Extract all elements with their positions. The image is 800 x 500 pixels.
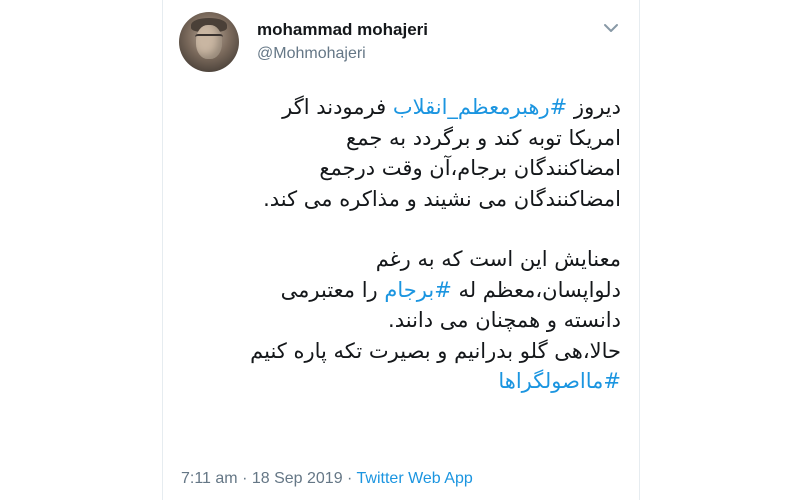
tweet-time[interactable]: 7:11 am: [181, 470, 238, 487]
tweet-line: دانسته و همچنان می دانند.: [388, 308, 621, 332]
tweet-line: امضاکنندگان برجام،آن وقت درجمع: [319, 156, 621, 180]
tweet-line: دلواپسان،معظم له #برجام را معتبرمی: [181, 275, 621, 306]
chevron-down-icon[interactable]: [601, 18, 621, 38]
tweet-text-segment: دلواپسان،معظم له: [451, 277, 621, 302]
tweet-line: دیروز #رهبرمعظم_انقلاب فرمودند اگر: [181, 92, 621, 123]
tweet-line: امضاکنندگان می نشیند و مذاکره می کند.: [263, 186, 621, 211]
avatar[interactable]: [179, 12, 239, 72]
author-name[interactable]: mohammad mohajeri: [257, 20, 428, 40]
tweet-date[interactable]: 18 Sep 2019: [252, 470, 343, 487]
tweet-text-segment: دیروز: [567, 95, 621, 119]
meta-separator: ·: [342, 470, 357, 487]
author-handle[interactable]: @Mohmohajeri: [257, 45, 366, 63]
avatar-face: [196, 25, 222, 59]
tweet-line: حالا،هی گلو بدرانیم و بصیرت تکه پاره کنی…: [250, 338, 621, 363]
avatar-glasses: [195, 34, 223, 42]
hashtag-link[interactable]: #رهبرمعظم_انقلاب: [393, 95, 567, 119]
hashtag-link[interactable]: #برجام: [384, 278, 451, 302]
tweet-meta: 7:11 am · 18 Sep 2019 · Twitter Web App: [181, 470, 473, 488]
tweet-text-segment: فرمودند اگر: [282, 95, 393, 119]
hashtag-link[interactable]: #مااصولگراها: [498, 369, 621, 393]
tweet-text-segment: را معتبرمی: [280, 277, 385, 302]
tweet-line: امریکا توبه کند و برگردد به جمع: [346, 125, 621, 150]
tweet-text: دیروز #رهبرمعظم_انقلاب فرمودند اگر امریک…: [181, 92, 621, 397]
tweet-source-link[interactable]: Twitter Web App: [357, 470, 473, 487]
tweet-card: mohammad mohajeri @Mohmohajeri دیروز #ره…: [162, 0, 640, 500]
meta-separator: ·: [237, 470, 252, 487]
tweet-line: #مااصولگراها: [181, 366, 621, 397]
tweet-header: mohammad mohajeri @Mohmohajeri: [179, 12, 625, 76]
tweet-line: معنایش این است که به رغم: [375, 247, 621, 271]
